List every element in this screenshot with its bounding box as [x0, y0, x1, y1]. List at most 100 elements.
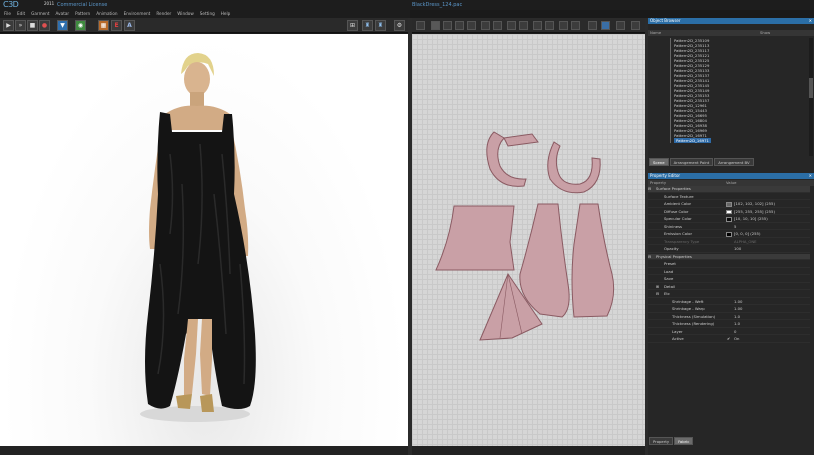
- tab-arrangement-bv[interactable]: Arrangement BV: [714, 158, 754, 166]
- tab-arrangement-point[interactable]: Arrangement Point: [669, 158, 714, 166]
- texture-icon[interactable]: ▦: [98, 20, 109, 31]
- grid-toggle-icon[interactable]: [601, 21, 610, 30]
- property-value[interactable]: [0, 0, 0] (255): [734, 231, 760, 238]
- property-row[interactable]: ⊞ Detail: [648, 284, 810, 291]
- property-row[interactable]: Load: [648, 269, 810, 275]
- property-row[interactable]: Thickness (Rendering) 1.0: [648, 321, 810, 328]
- fast-forward-icon[interactable]: »: [15, 20, 26, 31]
- column-name[interactable]: Name: [650, 30, 661, 36]
- property-value[interactable]: [10, 10, 10] (255): [734, 216, 768, 223]
- front-back-icon[interactable]: ♜: [362, 20, 373, 31]
- menu-setting[interactable]: Setting: [200, 10, 215, 18]
- collapse-icon[interactable]: ⊟: [648, 186, 651, 193]
- property-row[interactable]: ⊟ Surface Properties: [648, 186, 810, 193]
- property-value[interactable]: 1.00: [734, 299, 742, 306]
- menu-render[interactable]: Render: [156, 10, 171, 18]
- pattern-pieces[interactable]: [412, 34, 645, 446]
- pattern-piece-collar-left-tab[interactable]: [503, 133, 539, 147]
- pattern-piece-panel-center[interactable]: [519, 203, 570, 318]
- property-value[interactable]: On: [734, 336, 739, 343]
- select-tool-icon[interactable]: [416, 21, 425, 30]
- internal-line-tool-icon[interactable]: [507, 21, 516, 30]
- property-row[interactable]: Diffuse Color [255, 255, 255] (255): [648, 209, 810, 216]
- text-A-icon[interactable]: A: [124, 20, 135, 31]
- stop-icon[interactable]: ■: [27, 20, 38, 31]
- close-icon[interactable]: ✕: [809, 18, 812, 24]
- tab-fabric[interactable]: Fabric: [674, 437, 694, 445]
- property-value[interactable]: 1.00: [734, 306, 742, 313]
- globe-icon[interactable]: ◉: [75, 20, 86, 31]
- property-row[interactable]: Preset: [648, 261, 810, 268]
- property-value[interactable]: 100: [734, 246, 741, 253]
- expand-icon[interactable]: ⊞: [656, 284, 659, 291]
- menu-garment[interactable]: Garment: [31, 10, 49, 18]
- column-show[interactable]: Show: [760, 30, 770, 36]
- menu-avatar[interactable]: Avatar: [56, 10, 70, 18]
- color-swatch[interactable]: [726, 202, 732, 207]
- property-row[interactable]: Emission Color [0, 0, 0] (255): [648, 231, 810, 238]
- avatar-view-icon[interactable]: ⊞: [347, 20, 358, 31]
- mirror-tool-icon[interactable]: [571, 21, 580, 30]
- property-value[interactable]: 0: [734, 329, 736, 336]
- settings-icon[interactable]: ⚙: [394, 20, 405, 31]
- play-icon[interactable]: ▶: [3, 20, 14, 31]
- property-value[interactable]: ALPHA_ONE: [734, 239, 757, 246]
- property-row[interactable]: Ambient Color [102, 102, 102] (255): [648, 201, 810, 208]
- pattern-piece-collar-right[interactable]: [547, 141, 601, 194]
- property-row[interactable]: Shrinkage - Warp 1.00: [648, 306, 810, 313]
- scroll-thumb[interactable]: [809, 78, 813, 98]
- property-row[interactable]: Save: [648, 276, 810, 283]
- collapse-icon[interactable]: ⊟: [656, 291, 659, 298]
- side-view-icon[interactable]: ♜: [375, 20, 386, 31]
- menu-window[interactable]: Window: [177, 10, 194, 18]
- fit-view-icon[interactable]: [616, 21, 625, 30]
- edit-point-tool-icon[interactable]: [443, 21, 452, 30]
- property-row[interactable]: Shrinkage - Weft 1.00: [648, 299, 810, 306]
- color-swatch[interactable]: [726, 232, 732, 237]
- tab-property[interactable]: Property: [649, 437, 674, 445]
- property-row[interactable]: Opacity 100: [648, 246, 810, 253]
- add-point-tool-icon[interactable]: [455, 21, 464, 30]
- rectangle-tool-icon[interactable]: [481, 21, 490, 30]
- menu-help[interactable]: Help: [221, 10, 231, 18]
- color-swatch[interactable]: [726, 209, 732, 214]
- property-value[interactable]: 1.0: [734, 321, 740, 328]
- property-row[interactable]: Specular Color [10, 10, 10] (255): [648, 216, 810, 223]
- record-icon[interactable]: ●: [39, 20, 50, 31]
- zoom-tool-icon[interactable]: [588, 21, 597, 30]
- menu-pattern[interactable]: Pattern: [75, 10, 90, 18]
- avatar-with-dress[interactable]: [0, 34, 408, 446]
- property-row[interactable]: Transparency Type ALPHA_ONE: [648, 239, 810, 246]
- dart-tool-icon[interactable]: [519, 21, 528, 30]
- property-value[interactable]: [102, 102, 102] (255): [734, 201, 775, 208]
- pattern-settings-icon[interactable]: [631, 21, 640, 30]
- menu-environment[interactable]: Environment: [124, 10, 151, 18]
- transform-tool-icon[interactable]: [431, 21, 440, 30]
- color-swatch[interactable]: [726, 217, 732, 222]
- close-icon[interactable]: ✕: [809, 173, 812, 179]
- tree-scrollbar[interactable]: [809, 38, 813, 156]
- tab-scene[interactable]: Scene: [649, 158, 669, 166]
- menu-animation[interactable]: Animation: [96, 10, 117, 18]
- checkbox-icon[interactable]: ✔: [727, 336, 730, 343]
- property-row[interactable]: Active ✔ On: [648, 336, 810, 343]
- sewing-tool-icon[interactable]: [533, 21, 542, 30]
- property-value[interactable]: [255, 255, 255] (255): [734, 209, 775, 216]
- curve-tool-icon[interactable]: [467, 21, 476, 30]
- collapse-icon[interactable]: ⊟: [648, 254, 651, 261]
- segment-sewing-icon[interactable]: [545, 21, 554, 30]
- menu-file[interactable]: File: [4, 10, 11, 18]
- edit-E-icon[interactable]: E: [111, 20, 122, 31]
- property-row[interactable]: ⊟ Etc: [648, 291, 810, 298]
- property-value[interactable]: 1.0: [734, 314, 740, 321]
- pattern-piece-bodice[interactable]: [435, 205, 515, 271]
- shirt-icon[interactable]: ▼: [57, 20, 68, 31]
- pattern-piece-panel-right[interactable]: [571, 203, 615, 318]
- property-row[interactable]: ⊟ Physical Properties: [648, 253, 810, 261]
- property-row[interactable]: Layer 0: [648, 329, 810, 336]
- polygon-tool-icon[interactable]: [493, 21, 502, 30]
- fold-tool-icon[interactable]: [559, 21, 568, 30]
- property-value[interactable]: 5: [734, 224, 736, 231]
- property-row[interactable]: Thickness (Simulation) 1.0: [648, 314, 810, 321]
- menu-edit[interactable]: Edit: [17, 10, 25, 18]
